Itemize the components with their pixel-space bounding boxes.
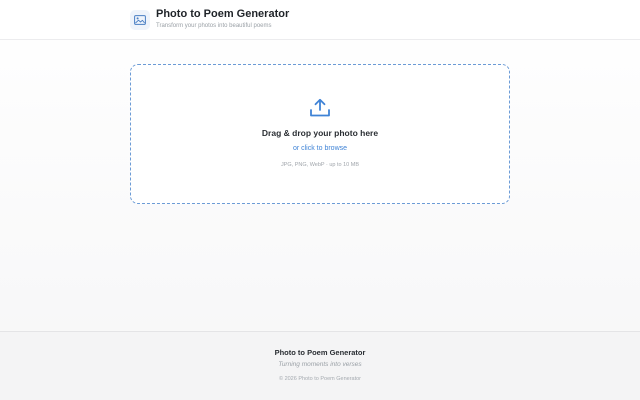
- app-header: Photo to Poem Generator Transform your p…: [0, 0, 640, 40]
- footer-tagline: Turning moments into verses: [278, 361, 362, 368]
- footer-copyright: © 2026 Photo to Poem Generator: [278, 376, 362, 382]
- app-title: Photo to Poem Generator: [156, 8, 290, 20]
- app-logo: [130, 10, 150, 30]
- image-icon: [134, 15, 146, 25]
- file-type-hint: JPG, PNG, WebP · up to 10 MB: [280, 162, 360, 168]
- dropzone-title: Drag & drop your photo here: [261, 128, 379, 138]
- upload-icon: [310, 98, 330, 117]
- photo-dropzone[interactable]: Drag & drop your photo here or click to …: [130, 64, 510, 204]
- app-footer: Photo to Poem Generator Turning moments …: [0, 331, 640, 400]
- browse-link[interactable]: or click to browse: [293, 145, 347, 152]
- app-subtitle: Transform your photos into beautiful poe…: [156, 23, 272, 29]
- footer-title: Photo to Poem Generator: [274, 348, 366, 357]
